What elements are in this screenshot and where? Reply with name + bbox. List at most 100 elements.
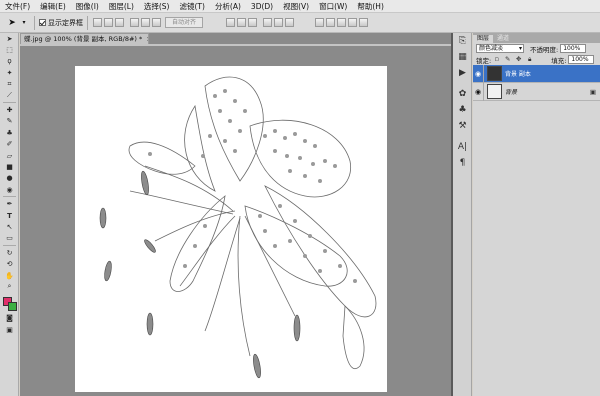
panel-dock-icons: ⎘ ▦ ▶ ✿ ♣ ⚒ A| ¶ (453, 33, 472, 396)
lock-icon: ▣ (589, 88, 596, 96)
fill-field[interactable]: 100% (568, 55, 595, 64)
distribute-right-icon[interactable] (285, 18, 295, 27)
fill-label: 填充: (551, 56, 567, 65)
navigator-panel-icon[interactable]: ▦ (453, 49, 472, 65)
document-area: 蝶.jpg @ 100% (背景 副本, RGB/8#) * × (20, 33, 451, 396)
menu-help[interactable]: 帮助(H) (352, 0, 389, 13)
history-panel-icon[interactable]: ⎘ (453, 33, 472, 49)
distribute-bottom-icon[interactable] (248, 18, 258, 27)
eye-icon[interactable]: ◉ (473, 82, 484, 101)
brush-tool-icon[interactable]: ✎ (0, 116, 19, 127)
gradient-tool-icon[interactable]: ■ (0, 161, 19, 172)
tab-layers[interactable]: 图层 (473, 35, 494, 43)
brushes-panel-icon[interactable]: ✿ (453, 86, 472, 102)
lock-transparent-icon[interactable]: ▫ (493, 56, 500, 63)
menu-select[interactable]: 选择(S) (139, 0, 175, 13)
blend-mode-value: 颜色减淡 (479, 45, 504, 52)
marquee-tool-icon[interactable]: ⬚ (0, 44, 19, 55)
menu-3d[interactable]: 3D(D) (246, 0, 278, 13)
color-swatches (0, 295, 19, 313)
show-transform-controls-checkbox[interactable] (39, 19, 46, 26)
lock-pixels-icon[interactable]: ✎ (504, 56, 511, 63)
divider (87, 15, 88, 30)
paragraph-panel-icon[interactable]: ¶ (453, 155, 472, 171)
background-color-swatch[interactable] (8, 301, 17, 311)
menu-file[interactable]: 文件(F) (0, 0, 35, 13)
tab-channels[interactable]: 通道 (493, 35, 513, 43)
3d-scale-icon[interactable] (359, 18, 369, 27)
align-right-icon[interactable] (152, 18, 161, 27)
3d-rotate-tool-icon[interactable]: ↻ (0, 247, 19, 258)
clone-stamp-tool-icon[interactable]: ♣ (0, 127, 19, 138)
blur-tool-icon[interactable]: ● (0, 173, 19, 184)
eraser-tool-icon[interactable]: ▱ (0, 150, 19, 161)
lasso-tool-icon[interactable]: ϙ (0, 56, 19, 67)
healing-brush-tool-icon[interactable]: ✚ (0, 104, 19, 115)
lock-fill-row: 锁定: ▫ ✎ ✥ 🔒︎ 填充: 100% (473, 54, 600, 65)
shape-tool-icon[interactable]: ▭ (0, 233, 19, 244)
distribute-top-icon[interactable] (226, 18, 236, 27)
lock-position-icon[interactable]: ✥ (515, 56, 522, 63)
align-vcenter-icon[interactable] (104, 18, 113, 27)
3d-drag-icon[interactable] (337, 18, 347, 27)
chevron-down-icon: ▾ (518, 45, 522, 52)
pen-tool-icon[interactable]: ✒ (0, 198, 19, 209)
quick-mask-icon[interactable]: ◙ (0, 313, 19, 324)
document-tab[interactable]: 蝶.jpg @ 100% (背景 副本, RGB/8#) * × (20, 33, 149, 44)
magic-wand-tool-icon[interactable]: ✦ (0, 67, 19, 78)
move-tool-icon[interactable]: ➤ (0, 33, 19, 44)
crop-tool-icon[interactable]: ⌗ (0, 79, 19, 90)
auto-align-button[interactable]: 自动对齐 (165, 17, 204, 28)
3d-slide-icon[interactable] (348, 18, 358, 27)
align-bottom-icon[interactable] (115, 18, 124, 27)
divider (34, 15, 35, 30)
zoom-tool-icon[interactable]: ⌕ (0, 281, 19, 292)
close-icon[interactable]: × (146, 35, 148, 43)
lock-label: 锁定: (476, 56, 492, 65)
menu-image[interactable]: 图像(I) (71, 0, 104, 13)
menu-window[interactable]: 窗口(W) (314, 0, 352, 13)
menu-analysis[interactable]: 分析(A) (210, 0, 246, 13)
menu-view[interactable]: 视图(V) (278, 0, 314, 13)
3d-orbit-tool-icon[interactable]: ⟲ (0, 258, 19, 269)
move-tool-preset-icon[interactable]: ➤ (6, 17, 18, 29)
distribute-vcenter-icon[interactable] (237, 18, 247, 27)
menu-edit[interactable]: 编辑(E) (35, 0, 71, 13)
opacity-field[interactable]: 100% (560, 44, 587, 53)
blend-mode-select[interactable]: 颜色减淡 ▾ (476, 44, 524, 53)
3d-roll-icon[interactable] (326, 18, 336, 27)
type-tool-icon[interactable]: T (0, 210, 19, 221)
3d-rotate-icon[interactable] (315, 18, 325, 27)
eyedropper-tool-icon[interactable]: ⟋ (0, 90, 19, 101)
menu-filter[interactable]: 滤镜(T) (175, 0, 210, 13)
hand-tool-icon[interactable]: ✋ (0, 270, 19, 281)
screen-mode-icon[interactable]: ▣ (0, 324, 19, 335)
divider (3, 196, 16, 198)
lily-sketch-artwork (99, 76, 377, 379)
align-hcenter-icon[interactable] (141, 18, 150, 27)
layer-thumbnail (487, 84, 502, 99)
show-transform-controls-label: 显示定界框 (48, 18, 83, 27)
image-canvas[interactable] (75, 66, 387, 392)
blend-opacity-row: 颜色减淡 ▾ 不透明度: 100% (473, 43, 600, 54)
history-brush-tool-icon[interactable]: ✐ (0, 139, 19, 150)
distribute-left-icon[interactable] (263, 18, 273, 27)
layer-row-background-copy[interactable]: ◉ 背景 副本 (473, 64, 600, 83)
align-left-icon[interactable] (130, 18, 139, 27)
eye-icon[interactable]: ◉ (473, 64, 484, 83)
dodge-tool-icon[interactable]: ◉ (0, 184, 19, 195)
tool-presets-panel-icon[interactable]: ⚒ (453, 118, 472, 134)
path-selection-tool-icon[interactable]: ↖ (0, 221, 19, 232)
chevron-down-icon[interactable]: ▾ (18, 17, 30, 29)
align-top-icon[interactable] (93, 18, 102, 27)
actions-panel-icon[interactable]: ▶ (453, 65, 472, 81)
character-panel-icon[interactable]: A| (453, 139, 472, 155)
distribute-hcenter-icon[interactable] (274, 18, 284, 27)
lock-all-icon[interactable]: 🔒︎ (526, 56, 533, 63)
clone-source-panel-icon[interactable]: ♣ (453, 102, 472, 118)
menu-bar: 文件(F) 编辑(E) 图像(I) 图层(L) 选择(S) 滤镜(T) 分析(A… (0, 0, 600, 13)
opacity-label: 不透明度: (530, 45, 559, 54)
layer-row-background[interactable]: ◉ 背景 ▣ (473, 82, 600, 101)
menu-layer[interactable]: 图层(L) (104, 0, 139, 13)
layer-name: 背景 (505, 89, 518, 96)
